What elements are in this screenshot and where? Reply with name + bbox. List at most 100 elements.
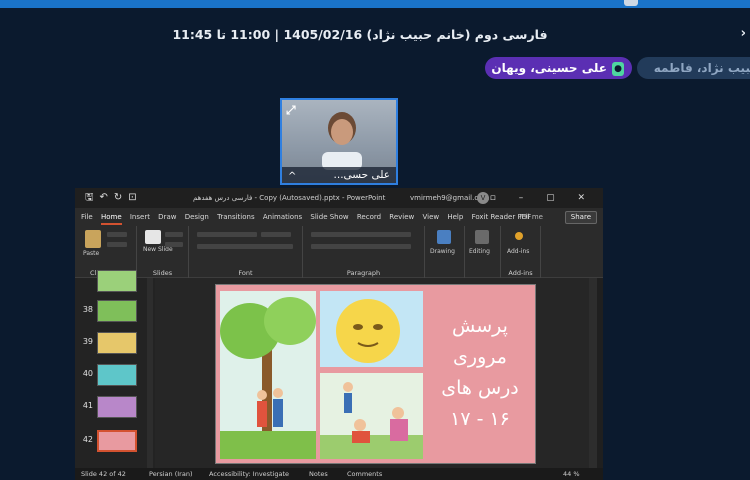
thumbnail-number: 42: [82, 435, 93, 444]
thumbnail-number: 40: [82, 369, 93, 378]
menu-review[interactable]: Review: [389, 213, 414, 221]
font-group-label: Font: [238, 269, 253, 277]
menu-insert[interactable]: Insert: [130, 213, 150, 221]
top-bar: [0, 0, 750, 8]
video-name-text: علی حسی...: [333, 169, 390, 181]
thumbnail-image: [97, 270, 137, 292]
ribbon-group-paragraph: Paragraph: [303, 226, 425, 278]
layout-icon[interactable]: [165, 232, 183, 237]
thumbnail-number: 38: [82, 305, 93, 314]
reset-icon[interactable]: [165, 242, 183, 247]
ppt-ribbon: Paste Clipboard New Slide Slides Font: [75, 226, 603, 278]
status-notes[interactable]: Notes: [309, 468, 328, 480]
quick-access-icons[interactable]: 🖫↶↻⊡: [85, 188, 143, 208]
editing-icon[interactable]: [475, 230, 489, 244]
participant-video-image: [322, 112, 362, 170]
participant-chip-other[interactable]: حبیب نژاد، فاطمه: [637, 57, 750, 79]
slide-thumbnail-selected[interactable]: 42: [79, 430, 149, 452]
paragraph-list-buttons[interactable]: [311, 232, 411, 237]
status-slide-count: Slide 42 of 42: [81, 470, 126, 478]
paragraph-group-label: Paragraph: [346, 269, 381, 277]
drawing-label: Drawing: [430, 248, 455, 255]
new-slide-icon[interactable]: [145, 230, 161, 244]
slide-text-line: ۱۶ - ۱۷: [450, 408, 510, 430]
ppt-file-title: فارسی درس هفدهم - Copy (Autosaved).pptx …: [193, 194, 386, 202]
ribbon-group-font: Font: [189, 226, 303, 278]
ribbon-group-editing: Editing: [465, 226, 501, 278]
status-comments[interactable]: Comments: [347, 468, 382, 480]
slide-text-line: پرسش: [452, 315, 508, 337]
thumbnail-number: 39: [82, 337, 93, 346]
new-slide-label: New Slide: [143, 246, 173, 253]
menu-transitions[interactable]: Transitions: [217, 213, 255, 221]
menu-record[interactable]: Record: [357, 213, 381, 221]
children-illustration: [320, 373, 423, 459]
add-ins-label: Add-ins: [507, 248, 530, 255]
ppt-body: 38 39 40 41 42 پرسش مروری درس های ۱۶ - ۱…: [75, 270, 603, 468]
session-title: فارسی دوم (خانم حبیب نژاد) 1405/02/16 | …: [172, 27, 548, 42]
copy-icon[interactable]: [107, 242, 127, 247]
share-button[interactable]: Share: [564, 211, 597, 224]
ribbon-group-addins: Add-ins Add-ins: [501, 226, 541, 278]
slide-canvas: پرسش مروری درس های ۱۶ - ۱۷: [155, 278, 595, 468]
sun-illustration: [320, 291, 423, 367]
slide-thumbnail[interactable]: 39: [79, 332, 149, 354]
tell-me-search[interactable]: Tell me: [518, 208, 543, 226]
menu-design[interactable]: Design: [185, 213, 209, 221]
font-size-box[interactable]: [261, 232, 291, 237]
slide-thumbnail[interactable]: 38: [79, 300, 149, 322]
meeting-window: فارسی دوم (خانم حبیب نژاد) 1405/02/16 | …: [0, 0, 750, 480]
expand-icon[interactable]: ⤢: [286, 103, 296, 118]
video-name-label: علی حسی...: [282, 167, 396, 183]
thumbnail-image: [97, 364, 137, 386]
thumbnail-scrollbar[interactable]: [147, 278, 153, 468]
drawing-icon[interactable]: [437, 230, 451, 244]
participant-chip-speaking[interactable]: ● علی حسینی، ویهان: [485, 57, 632, 79]
add-ins-icon[interactable]: [515, 232, 523, 240]
ribbon-group-drawing: Drawing: [425, 226, 465, 278]
thumbnail-image: [97, 300, 137, 322]
slide-thumbnail[interactable]: 40: [79, 364, 149, 386]
editing-label: Editing: [469, 248, 490, 255]
slide-scrollbar[interactable]: [589, 278, 597, 468]
status-accessibility[interactable]: Accessibility: Investigate: [209, 468, 289, 480]
ppt-menu-bar: File Home Insert Draw Design Transitions…: [75, 208, 603, 226]
menu-slide-show[interactable]: Slide Show: [310, 213, 348, 221]
font-name-box[interactable]: [197, 232, 257, 237]
thumbnail-image: [97, 396, 137, 418]
video-tile[interactable]: ⤢ علی حسی... ^: [280, 98, 398, 185]
paste-label: Paste: [83, 250, 100, 257]
window-controls[interactable]: ▫ – ▢ ✕: [490, 188, 595, 208]
ppt-title-bar: 🖫↶↻⊡ فارسی درس هفدهم - Copy (Autosaved).…: [75, 188, 603, 208]
add-ins-group-label: Add-ins: [508, 269, 533, 277]
menu-draw[interactable]: Draw: [158, 213, 176, 221]
chevron-right-icon[interactable]: ›: [741, 26, 746, 41]
tree-illustration: [220, 291, 316, 459]
menu-file[interactable]: File: [81, 213, 93, 221]
font-format-buttons[interactable]: [197, 244, 293, 249]
ppt-status-bar: Slide 42 of 42 Persian (Iran) Accessibil…: [75, 468, 603, 480]
thumbnail-image: [97, 430, 137, 452]
participant-chip-label: علی حسینی، ویهان: [491, 61, 607, 75]
menu-help[interactable]: Help: [447, 213, 463, 221]
menu-home[interactable]: Home: [100, 213, 122, 225]
cut-icon[interactable]: [107, 232, 127, 237]
status-language[interactable]: Persian (Iran): [149, 468, 193, 480]
slide-thumbnail[interactable]: 41: [79, 396, 149, 418]
slide-title-text: پرسش مروری درس های ۱۶ - ۱۷: [428, 311, 532, 435]
top-bar-button[interactable]: [624, 0, 638, 6]
slide-text-line: مروری: [453, 346, 507, 368]
caret-up-icon[interactable]: ^: [288, 171, 296, 182]
menu-view[interactable]: View: [423, 213, 440, 221]
current-slide[interactable]: پرسش مروری درس های ۱۶ - ۱۷: [215, 284, 536, 464]
microphone-icon: ●: [612, 61, 624, 76]
thumbnail-image: [97, 332, 137, 354]
menu-animations[interactable]: Animations: [263, 213, 302, 221]
paste-icon[interactable]: [85, 230, 101, 248]
status-zoom[interactable]: 44 %: [563, 468, 580, 480]
slide-thumbnail-37[interactable]: [79, 270, 149, 292]
slide-text-line: درس های: [441, 377, 519, 399]
paragraph-align-buttons[interactable]: [311, 244, 411, 249]
account-avatar[interactable]: V: [477, 192, 489, 204]
slide-thumbnail-pane: 38 39 40 41 42: [75, 270, 155, 468]
